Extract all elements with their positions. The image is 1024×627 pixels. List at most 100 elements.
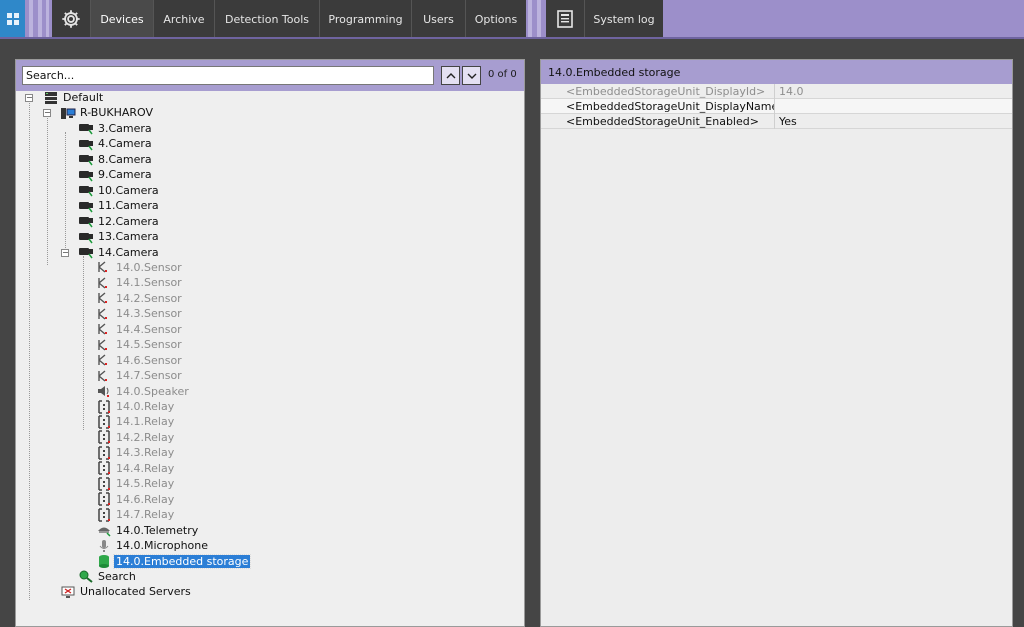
camera-icon [78, 230, 94, 244]
tree-node-label: Default [63, 91, 104, 104]
tree-node[interactable]: 14.3.Sensor [96, 306, 184, 321]
settings-button[interactable] [52, 0, 90, 38]
relay-icon [96, 492, 112, 506]
tree-node-label: 14.0.Microphone [116, 539, 209, 553]
tree-search-bar: 0 of 0 [16, 60, 524, 91]
property-value[interactable]: 14.0 [779, 85, 804, 98]
tree-node-label: 13.Camera [98, 230, 159, 244]
tree-node[interactable]: 14.5.Sensor [96, 337, 184, 352]
tree-node-label: 8.Camera [98, 152, 152, 166]
camera-icon [78, 214, 94, 228]
tree-node[interactable]: 3.Camera [78, 121, 154, 136]
tree-node[interactable]: 13.Camera [78, 229, 161, 244]
tree-node[interactable]: 14.0.Sensor [96, 260, 184, 275]
property-row-enabled[interactable]: <EmbeddedStorageUnit_Enabled> Yes [541, 114, 1012, 129]
tree-node[interactable]: Search [78, 569, 138, 584]
decor-stripe [29, 0, 33, 38]
tree-node[interactable]: 14.6.Relay [96, 492, 176, 507]
tree-node[interactable]: 14.0.Embedded storage [96, 553, 252, 569]
tree-collapse-toggle[interactable]: − [43, 109, 51, 118]
tree-node-label: 11.Camera [98, 199, 159, 213]
sensor-icon [96, 338, 112, 352]
tree-node[interactable]: 14.2.Relay [96, 430, 176, 445]
tab-users[interactable]: Users [411, 0, 465, 38]
sensor-icon [96, 276, 112, 290]
tree-node-label: 14.0.Telemetry [116, 523, 199, 537]
property-value[interactable]: Yes [779, 115, 797, 128]
tree-node[interactable]: 14.4.Relay [96, 461, 176, 476]
property-row-display-id[interactable]: <EmbeddedStorageUnit_DisplayId> 14.0 [541, 84, 1012, 99]
tree-node[interactable]: 11.Camera [78, 198, 161, 213]
tree-node[interactable]: 14.3.Relay [96, 445, 176, 460]
tree-collapse-toggle[interactable]: − [61, 248, 69, 257]
tab-devices[interactable]: Devices [90, 0, 153, 38]
tree-node-label: 14.0.Sensor [116, 260, 182, 274]
relay-icon [96, 399, 112, 414]
system-log-icon-button[interactable] [546, 0, 584, 38]
tree-node[interactable]: 4.Camera [78, 136, 154, 151]
camera-icon [78, 245, 94, 259]
property-key: <EmbeddedStorageUnit_DisplayName> [566, 99, 774, 113]
tab-label: Archive [163, 12, 205, 26]
server-stack-icon [43, 91, 59, 105]
tree-node[interactable]: 14.5.Relay [96, 476, 176, 491]
computer-icon [60, 106, 76, 120]
microphone-icon [96, 539, 112, 553]
tree-collapse-toggle[interactable]: − [25, 94, 33, 102]
search-next-button[interactable] [462, 66, 481, 85]
sensor-icon [96, 353, 112, 367]
tree-node[interactable]: 14.0.Telemetry [96, 523, 200, 538]
storage-icon [96, 554, 112, 568]
relay-icon [96, 477, 112, 491]
tree-node[interactable]: 14.2.Sensor [96, 291, 184, 306]
tree-node-label: 14.5.Relay [116, 477, 175, 491]
tree-node[interactable]: Default [43, 90, 105, 105]
tab-archive[interactable]: Archive [153, 0, 214, 38]
tree-node[interactable]: 14.4.Sensor [96, 322, 184, 337]
tree-node[interactable]: 14.0.Speaker [96, 384, 191, 399]
tree-node[interactable]: 14.0.Relay [96, 399, 176, 414]
tree-guide-line [29, 101, 30, 600]
tab-label: System log [593, 12, 655, 26]
main-menu-button[interactable] [0, 0, 25, 38]
properties-title: 14.0.Embedded storage [548, 66, 681, 79]
tree-node[interactable]: 14.1.Sensor [96, 275, 184, 290]
tree-node[interactable]: 14.7.Sensor [96, 368, 184, 383]
camera-icon [78, 183, 94, 197]
tree-node[interactable]: 10.Camera [78, 183, 161, 198]
tree-node[interactable]: 12.Camera [78, 214, 161, 229]
tree-node-label: 14.3.Relay [116, 446, 175, 460]
tree-node[interactable]: 14.6.Sensor [96, 353, 184, 368]
tree-node-label: 4.Camera [98, 137, 152, 151]
properties-header: 14.0.Embedded storage [541, 60, 1012, 84]
tree-node[interactable]: 14.1.Relay [96, 414, 176, 429]
search-previous-button[interactable] [441, 66, 460, 85]
tab-programming[interactable]: Programming [319, 0, 411, 38]
relay-icon [96, 507, 112, 522]
tree-node[interactable]: 14.0.Microphone [96, 538, 210, 553]
tree-node[interactable]: 14.Camera [78, 245, 161, 260]
tree-node[interactable]: Unallocated Servers [60, 584, 193, 599]
search-input[interactable] [22, 66, 434, 85]
tree-guide-line [65, 132, 66, 250]
tab-label: Devices [100, 12, 144, 26]
property-row-display-name[interactable]: <EmbeddedStorageUnit_DisplayName> [541, 99, 1012, 114]
tab-system-log[interactable]: System log [584, 0, 663, 38]
tab-options[interactable]: Options [465, 0, 526, 38]
tree-node-label: 14.0.Embedded storage [112, 553, 252, 569]
tab-detection-tools[interactable]: Detection Tools [214, 0, 319, 38]
tab-label: Programming [328, 12, 403, 26]
topbar-divider [0, 37, 1024, 39]
tree-guide-line [83, 256, 84, 430]
tree-node[interactable]: 9.Camera [78, 167, 154, 182]
tree-node-label: 14.5.Sensor [116, 338, 182, 352]
tree-node[interactable]: R-BUKHAROV [60, 105, 155, 120]
tree-node-label: 3.Camera [98, 121, 152, 135]
tree-node-label: 14.7.Relay [116, 508, 175, 522]
tree-node-label: R-BUKHAROV [80, 106, 154, 120]
unallocated-server-icon [60, 585, 76, 599]
tree-node-label: 14.1.Sensor [116, 276, 182, 290]
tree-node[interactable]: 8.Camera [78, 152, 154, 167]
speaker-icon [96, 384, 112, 398]
tree-node[interactable]: 14.7.Relay [96, 507, 176, 522]
